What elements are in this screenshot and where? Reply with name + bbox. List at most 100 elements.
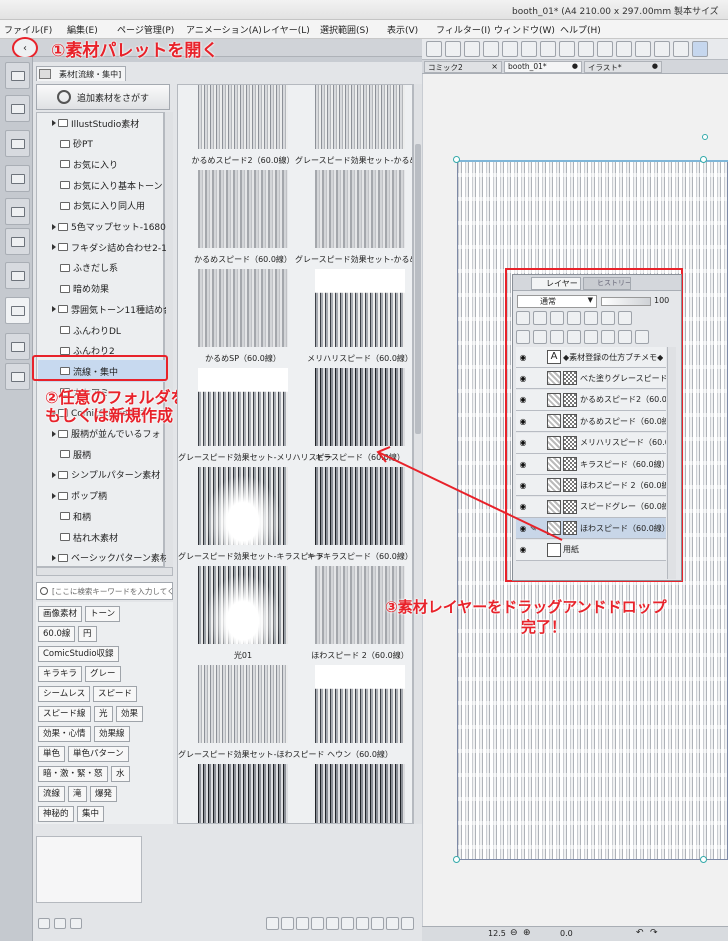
material-thumbnail[interactable] xyxy=(315,269,405,347)
doc-tab-booth01[interactable]: booth_01* ● xyxy=(504,61,582,73)
paste-icon[interactable] xyxy=(356,917,369,930)
tag-chip[interactable]: シームレス xyxy=(38,686,91,702)
tree-item[interactable]: 服柄 xyxy=(38,443,166,465)
tag-chip[interactable]: 滝 xyxy=(68,786,87,802)
tag-chip[interactable]: グレー xyxy=(85,666,121,682)
grid-icon[interactable] xyxy=(673,41,689,57)
tag-chip[interactable]: 効果・心情 xyxy=(38,726,91,742)
tag-chip[interactable]: 画像素材 xyxy=(38,606,83,622)
zoom-out-icon[interactable]: ⊖ xyxy=(510,928,518,938)
new-folder-icon[interactable] xyxy=(567,330,581,344)
mask-icon[interactable] xyxy=(601,311,615,325)
draft-icon[interactable] xyxy=(567,311,581,325)
expand-arrow-icon[interactable] xyxy=(52,492,56,499)
rotate-right-icon[interactable]: ↷ xyxy=(650,928,658,938)
side-tab-8-active[interactable] xyxy=(5,297,30,324)
tree-item[interactable]: お気に入り同人用 xyxy=(38,195,166,217)
list-view-icon[interactable] xyxy=(281,917,294,930)
menu-edit[interactable]: 編集(E) xyxy=(67,23,98,36)
ruler-layer-icon[interactable] xyxy=(618,311,632,325)
undo-icon[interactable] xyxy=(502,41,518,57)
side-tab-5[interactable] xyxy=(5,198,30,225)
fill-icon[interactable] xyxy=(578,41,594,57)
transform-handle[interactable] xyxy=(700,856,707,863)
tree-item[interactable]: お気に入り xyxy=(38,153,166,175)
delete-layer-icon[interactable] xyxy=(635,330,649,344)
side-tab-3[interactable] xyxy=(5,130,30,157)
tree-item[interactable]: IllustStudio素材 xyxy=(38,112,166,134)
menu-page[interactable]: ページ管理(P) xyxy=(117,23,174,36)
ruler-icon[interactable] xyxy=(654,41,670,57)
snap-icon[interactable] xyxy=(635,41,651,57)
blend-mode-select[interactable]: 通常 ▼ xyxy=(517,295,597,308)
expand-arrow-icon[interactable] xyxy=(52,554,56,561)
expand-arrow-icon[interactable] xyxy=(52,306,56,313)
expand-arrow-icon[interactable] xyxy=(52,120,56,126)
close-icon[interactable]: × xyxy=(491,62,498,71)
redo-icon[interactable] xyxy=(521,41,537,57)
new-file-icon[interactable] xyxy=(426,41,442,57)
eye-icon[interactable]: ◉ xyxy=(516,417,530,426)
tag-chip[interactable]: スピード線 xyxy=(38,706,91,722)
tree-item[interactable]: ふきだし系 xyxy=(38,257,166,279)
tag-chip[interactable]: 単色パターン xyxy=(68,746,129,762)
layer-row[interactable]: ◉ べた塗りグレースピード（60.0 xyxy=(516,368,666,390)
material-thumbnail[interactable] xyxy=(315,368,405,446)
export-icon[interactable] xyxy=(483,41,499,57)
new-vector-icon[interactable] xyxy=(550,330,564,344)
tag-chip[interactable]: 効果線 xyxy=(94,726,130,742)
add-folder-icon[interactable] xyxy=(54,918,66,929)
zoom-value[interactable]: 12.5 xyxy=(488,929,506,938)
menu-window[interactable]: ウィンドウ(W) xyxy=(494,23,555,36)
merge-down-icon[interactable] xyxy=(584,330,598,344)
zoom-in-icon[interactable]: ⊕ xyxy=(523,928,531,938)
material-thumbnail[interactable] xyxy=(198,566,288,644)
eye-icon[interactable]: ◉ xyxy=(516,353,530,362)
tree-item[interactable]: お気に入り基本トーン xyxy=(38,174,166,196)
tag-chip[interactable]: 光 xyxy=(94,706,113,722)
trash-icon[interactable] xyxy=(401,917,414,930)
layer-row[interactable]: ◉ かるめスピード（60.0線） xyxy=(516,411,666,433)
tab-history[interactable]: ヒストリー xyxy=(583,277,631,290)
save-icon[interactable] xyxy=(464,41,480,57)
tree-item[interactable]: 5色マップセット-168094: xyxy=(38,216,166,238)
tab-layer[interactable]: レイヤー xyxy=(531,277,581,290)
palette-menu-icon[interactable] xyxy=(39,69,51,79)
expand-arrow-icon[interactable] xyxy=(52,471,56,478)
transform-handle[interactable] xyxy=(453,156,460,163)
angle-value[interactable]: 0.0 xyxy=(560,929,573,938)
layer-row[interactable]: ◉ かるめスピード2（60.0線） xyxy=(516,389,666,411)
layers-icon[interactable] xyxy=(516,330,530,344)
material-thumbnail[interactable] xyxy=(315,665,405,743)
eye-icon[interactable]: ◉ xyxy=(516,374,530,383)
side-tab-7[interactable] xyxy=(5,262,30,289)
sort-icon[interactable] xyxy=(341,917,354,930)
tag-chip[interactable]: 爆発 xyxy=(90,786,118,802)
checkbox-icon[interactable] xyxy=(266,917,279,930)
tag-chip[interactable]: キラキラ xyxy=(38,666,83,682)
material-thumbnail[interactable] xyxy=(198,170,288,248)
layer-row[interactable]: ◉ A ◆素材登録の仕方ブチメモ◆ xyxy=(516,347,666,368)
new-raster-icon[interactable] xyxy=(533,330,547,344)
material-thumbnail[interactable] xyxy=(198,85,288,149)
material-thumbnail[interactable] xyxy=(315,170,405,248)
material-thumbnail[interactable] xyxy=(198,665,288,743)
find-more-materials-button[interactable]: 追加素材をさがす xyxy=(36,84,170,110)
tag-chip[interactable]: 神秘的 xyxy=(38,806,74,822)
layer-list-scrollbar[interactable] xyxy=(667,347,676,579)
material-grid-scroll-thumb[interactable] xyxy=(415,144,421,434)
tree-item[interactable]: 暗め効果 xyxy=(38,278,166,300)
expand-arrow-icon[interactable] xyxy=(52,244,56,251)
material-thumbnail[interactable] xyxy=(198,368,288,446)
grid-large-icon[interactable] xyxy=(296,917,309,930)
tag-chip[interactable]: スピード xyxy=(93,686,138,702)
tag-chip[interactable]: 暗・激・緊・怒 xyxy=(38,766,108,782)
tree-item[interactable]: 砂PT xyxy=(38,133,166,155)
menu-selection[interactable]: 選択範囲(S) xyxy=(320,23,369,36)
rotate-handle[interactable] xyxy=(702,134,708,140)
side-tab-9[interactable] xyxy=(5,333,30,360)
grid-small-icon[interactable] xyxy=(311,917,324,930)
selection-icon[interactable] xyxy=(540,41,556,57)
tag-chip[interactable]: 60.0線 xyxy=(38,626,76,642)
transform-handle[interactable] xyxy=(700,156,707,163)
